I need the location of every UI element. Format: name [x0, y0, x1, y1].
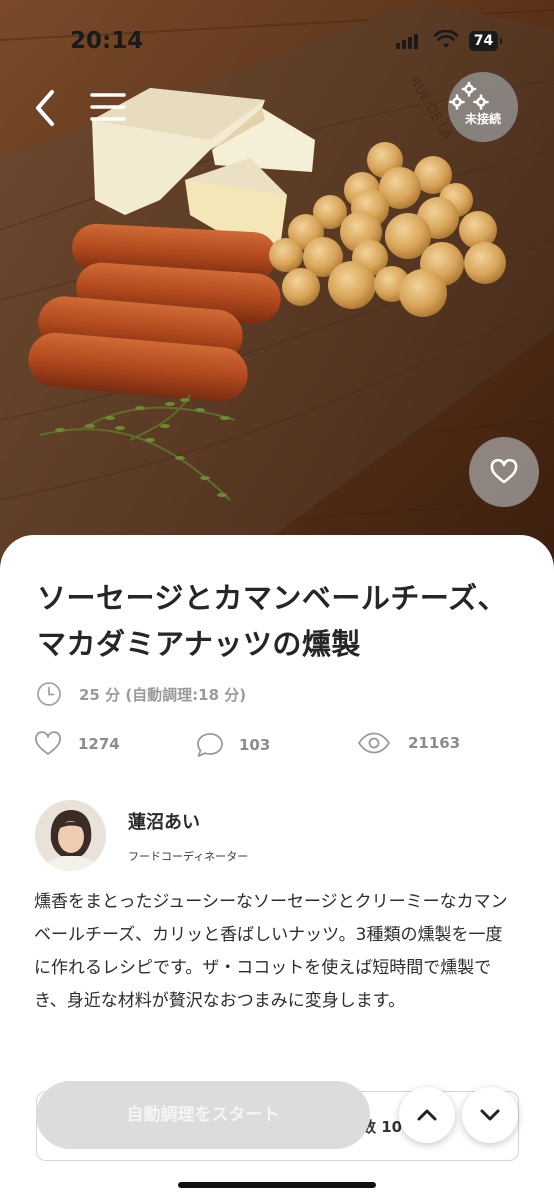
- recipe-title: ソーセージとカマンベールチーズ、マカダミアナッツの燻製: [37, 581, 507, 661]
- comment-bubble-icon: [197, 733, 223, 757]
- author-section: 蓮沼あい フードコーディネーター: [35, 800, 515, 872]
- eye-icon: [357, 732, 391, 754]
- heart-outline-icon: [35, 731, 61, 755]
- author-name[interactable]: 蓮沼あい: [128, 808, 200, 834]
- hero-image: RUE DE LA 20:14 74 未接続: [0, 0, 554, 600]
- connection-status-label: 未接続: [464, 112, 501, 126]
- device-gears-icon: [449, 82, 489, 110]
- battery-icon: 74: [469, 31, 502, 51]
- heart-icon: [490, 459, 518, 484]
- like-count: 1274: [78, 735, 120, 753]
- author-photo: [35, 800, 106, 871]
- device-connection-button[interactable]: 未接続: [448, 72, 518, 142]
- cellular-signal-icon: [396, 34, 418, 49]
- comment-count: 103: [239, 736, 271, 754]
- scroll-down-button[interactable]: [462, 1087, 518, 1143]
- cooking-time: 25 分 (自動調理:18 分): [36, 681, 246, 707]
- clock-icon: [37, 682, 61, 706]
- back-button[interactable]: [30, 86, 64, 130]
- like-stat[interactable]: 1274: [34, 731, 120, 757]
- author-avatar[interactable]: [35, 800, 106, 871]
- start-auto-cook-button[interactable]: 自動調理をスタート: [36, 1081, 370, 1149]
- comment-stat[interactable]: 103: [195, 731, 270, 759]
- chevron-up-icon: [417, 1109, 437, 1121]
- menu-button[interactable]: [88, 90, 128, 124]
- recipe-description: 燻香をまとったジューシーなソーセージとクリーミーなカマンベールチーズ、カリッと香…: [34, 892, 508, 1011]
- recipe-stats: 1274 103 21163: [34, 731, 534, 761]
- chevron-left-icon: [36, 90, 54, 126]
- author-role: フードコーディネーター: [128, 850, 249, 863]
- view-count: 21163: [408, 734, 461, 752]
- cooking-time-text: 25 分 (自動調理:18 分): [79, 685, 247, 704]
- home-indicator: [178, 1182, 376, 1188]
- favorite-button[interactable]: [469, 437, 539, 507]
- status-bar: 20:14 74: [0, 0, 554, 84]
- scroll-up-button[interactable]: [399, 1087, 455, 1143]
- hamburger-icon: [90, 93, 126, 121]
- chevron-down-icon: [480, 1109, 500, 1121]
- view-stat: 21163: [357, 731, 460, 755]
- recipe-card: ソーセージとカマンベールチーズ、マカダミアナッツの燻製 25 分 (自動調理:1…: [0, 535, 554, 1200]
- wifi-icon: [434, 30, 458, 48]
- status-time: 20:14: [70, 28, 144, 54]
